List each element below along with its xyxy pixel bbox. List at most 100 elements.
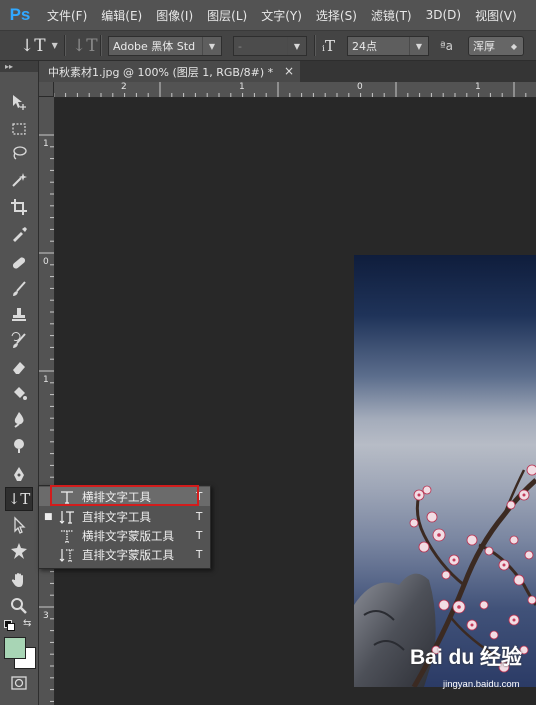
crop-icon [11, 199, 27, 215]
antialias-icon: ªa [440, 38, 454, 53]
blur-tool[interactable] [5, 407, 33, 431]
document-image[interactable] [354, 255, 536, 687]
flyout-item-label: 直排文字工具 [82, 509, 151, 524]
ruler-label: 1 [43, 139, 49, 149]
vertical-type-mask-icon [58, 546, 76, 563]
menu-layer[interactable]: 图层(L) [200, 7, 254, 24]
divider [100, 35, 102, 56]
menu-bar: Ps 文件(F) 编辑(E) 图像(I) 图层(L) 文字(Y) 选择(S) 滤… [0, 0, 536, 31]
close-icon[interactable]: × [284, 64, 294, 78]
path-selection-tool[interactable] [5, 513, 33, 537]
ruler-label: 0 [43, 257, 49, 267]
ruler-label: 1 [43, 375, 49, 385]
zoom-tool[interactable] [5, 594, 33, 618]
font-size-label: ᵢT [322, 35, 335, 56]
shortcut-key: T [196, 490, 203, 503]
divider [64, 35, 66, 56]
menu-filter[interactable]: 滤镜(T) [364, 7, 419, 24]
default-colors-icon[interactable] [4, 620, 15, 631]
crop-tool[interactable] [5, 195, 33, 219]
toggle-orientation-button[interactable]: ↓T [72, 35, 98, 56]
path-selection-icon [14, 516, 26, 534]
antialias-dropdown[interactable]: 浑厚 ◆ [468, 36, 524, 56]
font-family-dropdown[interactable]: Adobe 黑体 Std ▼ [108, 36, 222, 56]
brush-tool[interactable] [5, 277, 33, 301]
blur-drop-icon [14, 412, 24, 428]
watermark-url: jingyan.baidu.com [443, 679, 520, 690]
lasso-tool[interactable] [5, 141, 33, 165]
swap-colors-icon[interactable]: ⇆ [23, 618, 31, 629]
history-brush-tool[interactable] [5, 329, 33, 353]
selected-bullet: ■ [44, 511, 53, 522]
magic-wand-tool[interactable] [5, 168, 33, 192]
chevron-down-icon: ▼ [409, 37, 428, 55]
ruler-label: 0 [357, 82, 363, 92]
pen-tool[interactable] [5, 462, 33, 486]
custom-shape-tool[interactable] [5, 539, 33, 563]
horizontal-type-mask-icon [58, 527, 76, 544]
paint-bucket-tool[interactable] [5, 381, 33, 405]
shortcut-key: T [196, 510, 203, 523]
chevron-down-icon: ▼ [51, 41, 58, 50]
font-size-dropdown[interactable]: 24点 ▼ [347, 36, 429, 56]
text-orientation-icon: ↓T [72, 35, 98, 56]
shortcut-key: T [196, 548, 203, 561]
menu-type[interactable]: 文字(Y) [254, 7, 309, 24]
pen-icon [14, 467, 24, 481]
font-style-value: - [238, 39, 242, 53]
font-size-value: 24点 [352, 40, 377, 53]
options-bar: ↓T ▼ ↓T Adobe 黑体 Std ▼ - ▼ ᵢT 24点 ▼ ªa 浑… [0, 31, 536, 61]
hand-tool[interactable] [5, 568, 33, 592]
panel-grip[interactable]: ▸▸ [0, 61, 38, 72]
ruler-origin[interactable] [39, 82, 54, 97]
flyout-item-horizontal-type[interactable]: 横排文字工具 T [39, 485, 210, 506]
font-style-dropdown[interactable]: - ▼ [233, 36, 307, 56]
baidu-watermark: Bai du 经验 [410, 646, 523, 669]
shortcut-key: T [196, 529, 203, 542]
history-brush-icon [11, 332, 26, 348]
eyedropper-tool[interactable] [5, 222, 33, 246]
eraser-tool[interactable] [5, 355, 33, 379]
menu-image[interactable]: 图像(I) [149, 7, 200, 24]
rectangular-marquee-icon [12, 123, 26, 135]
stamp-icon [12, 308, 26, 321]
type-tool[interactable]: ↓T [5, 487, 33, 511]
plum-blossom-painting [354, 464, 536, 687]
menu-edit[interactable]: 编辑(E) [94, 7, 149, 24]
horizontal-type-icon [58, 488, 76, 505]
marquee-tool[interactable] [5, 117, 33, 141]
chevron-down-icon: ▼ [287, 37, 306, 55]
foreground-color-swatch[interactable] [4, 637, 26, 659]
clone-stamp-tool[interactable] [5, 303, 33, 327]
menu-view[interactable]: 视图(V) [468, 7, 524, 24]
document-tab-title: 中秋素材1.jpg @ 100% (图层 1, RGB/8#) * [48, 65, 274, 79]
ruler-label: 3 [43, 611, 49, 621]
quick-mask-icon [11, 676, 27, 690]
menu-file[interactable]: 文件(F) [40, 7, 94, 24]
magic-wand-icon [12, 173, 27, 187]
flyout-item-vertical-type[interactable]: ■ 直排文字工具 T [39, 507, 210, 526]
horizontal-ruler[interactable]: 2 1 0 1 [39, 82, 536, 98]
hand-icon [11, 573, 23, 587]
font-family-value: Adobe 黑体 Std [113, 40, 196, 53]
flyout-item-vertical-type-mask[interactable]: 直排文字蒙版工具 T [39, 545, 210, 564]
tool-preset-picker[interactable]: ↓T ▼ [20, 35, 58, 56]
dodge-icon [14, 439, 24, 453]
vertical-ruler[interactable]: 1 0 1 2 3 [39, 97, 55, 705]
flyout-item-label: 横排文字工具 [82, 489, 151, 504]
move-tool[interactable] [5, 90, 33, 114]
dodge-tool[interactable] [5, 433, 33, 457]
font-size-icon: ᵢT [322, 36, 336, 55]
custom-shape-icon [11, 543, 27, 559]
menu-select[interactable]: 选择(S) [309, 7, 364, 24]
divider [314, 35, 316, 56]
healing-brush-tool[interactable] [5, 251, 33, 275]
type-tool-flyout-menu: 横排文字工具 T ■ 直排文字工具 T 横排文字蒙版工具 T 直排文字蒙版工具 … [38, 485, 211, 569]
flyout-item-horizontal-type-mask[interactable]: 横排文字蒙版工具 T [39, 526, 210, 545]
zoom-icon [11, 598, 27, 614]
menu-3d[interactable]: 3D(D) [419, 8, 468, 22]
quick-mask-button[interactable] [5, 671, 33, 695]
updown-arrow-icon: ◆ [510, 41, 518, 51]
antialias-label: ªa [440, 35, 453, 56]
document-tab[interactable]: 中秋素材1.jpg @ 100% (图层 1, RGB/8#) * × [39, 61, 300, 82]
